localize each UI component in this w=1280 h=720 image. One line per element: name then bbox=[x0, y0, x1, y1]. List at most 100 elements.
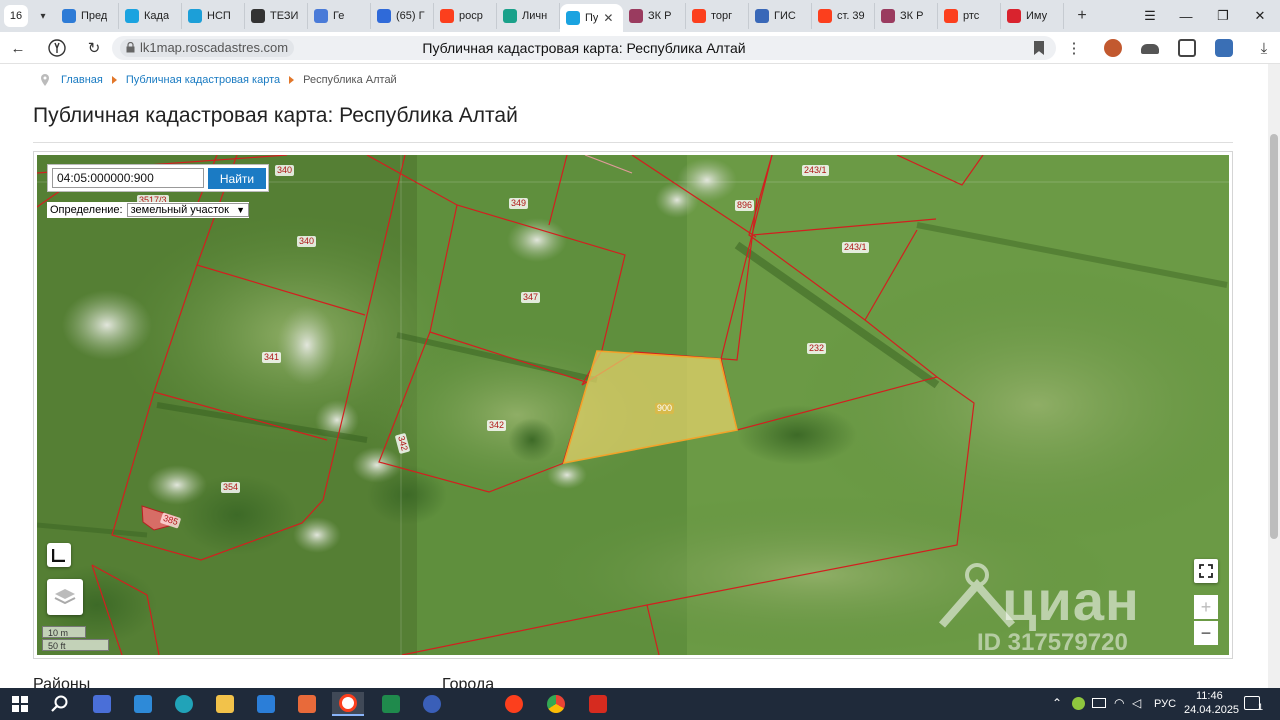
parcel-label[interactable]: 354 bbox=[221, 482, 241, 493]
parcel-label[interactable]: 243/1 bbox=[842, 242, 869, 253]
url-page-title: Публичная кадастровая карта: Республика … bbox=[422, 40, 746, 56]
minimize-button[interactable]: — bbox=[1168, 0, 1204, 32]
definition-label: Определение: bbox=[50, 204, 123, 216]
battery-icon[interactable] bbox=[1092, 698, 1106, 708]
browser-menu-icon[interactable]: ☰ bbox=[1132, 0, 1168, 32]
taskbar-app-icon[interactable] bbox=[291, 692, 323, 716]
taskbar-chrome-icon[interactable] bbox=[540, 692, 572, 716]
cadastral-map[interactable]: 340 3517/3 349 896 243/1 243/1 340 347 341 232 900… bbox=[37, 155, 1229, 655]
search-button[interactable]: Найти bbox=[208, 168, 266, 189]
new-tab-button[interactable]: + bbox=[1070, 5, 1094, 27]
volume-icon[interactable]: ◁ bbox=[1132, 696, 1141, 710]
taskbar-app-store-icon[interactable] bbox=[86, 692, 118, 716]
extension-icon-4[interactable] bbox=[1215, 39, 1233, 57]
tab-label: Личн bbox=[522, 10, 548, 22]
parcel-label[interactable]: 340 bbox=[297, 236, 317, 247]
reload-icon[interactable]: ↻ bbox=[82, 37, 106, 59]
taskbar-excel-icon[interactable] bbox=[375, 692, 407, 716]
browser-tab[interactable]: ГИС bbox=[749, 3, 812, 29]
zoom-out-button[interactable]: − bbox=[1194, 621, 1218, 645]
parcel-label[interactable]: 347 bbox=[521, 292, 541, 303]
taskbar-yandex-browser-icon[interactable] bbox=[332, 692, 364, 716]
tab-label: НСП bbox=[207, 10, 231, 22]
tray-app-icon[interactable] bbox=[1072, 697, 1085, 710]
tab-favicon-icon bbox=[818, 9, 832, 23]
windows-start-icon[interactable] bbox=[4, 692, 36, 716]
cadastral-number-input[interactable] bbox=[52, 168, 204, 188]
wifi-icon[interactable]: ◠ bbox=[1114, 696, 1124, 710]
breadcrumb-current: Республика Алтай bbox=[303, 74, 397, 86]
breadcrumb-map-link[interactable]: Публичная кадастровая карта bbox=[126, 74, 280, 86]
tab-favicon-icon bbox=[377, 9, 391, 23]
maximize-button[interactable]: ❐ bbox=[1205, 0, 1241, 32]
tab-list-chevron-icon[interactable]: ▾ bbox=[32, 5, 54, 27]
zoom-in-button[interactable]: + bbox=[1194, 595, 1218, 619]
browser-tab[interactable]: торг bbox=[686, 3, 749, 29]
url-field[interactable]: lk1map.roscadastres.com Публичная кадаст… bbox=[112, 36, 1056, 60]
browser-tab[interactable]: ЗК Р bbox=[623, 3, 686, 29]
tab-label: торг bbox=[711, 10, 733, 22]
parcel-label[interactable]: 340 bbox=[275, 165, 295, 176]
browser-tab[interactable]: (65) Г bbox=[371, 3, 434, 29]
extension-icon-3[interactable] bbox=[1178, 39, 1196, 57]
parcel-label[interactable]: 349 bbox=[509, 198, 529, 209]
close-window-button[interactable]: ✕ bbox=[1242, 0, 1278, 32]
page-scrollbar[interactable] bbox=[1268, 64, 1280, 688]
parcel-label[interactable]: 900 bbox=[655, 403, 675, 414]
taskbar-yandex-icon[interactable] bbox=[416, 692, 448, 716]
more-options-icon[interactable]: ⋮ bbox=[1062, 37, 1086, 59]
layers-button[interactable] bbox=[47, 579, 83, 615]
tab-label: ст. 39 bbox=[837, 10, 865, 22]
clock-time[interactable]: 11:46 bbox=[1196, 690, 1223, 702]
taskbar-ms-store-icon[interactable] bbox=[127, 692, 159, 716]
tab-label: ЗК Р bbox=[648, 10, 672, 22]
browser-tab[interactable]: ст. 39 bbox=[812, 3, 875, 29]
parcel-label[interactable]: 232 bbox=[807, 343, 827, 354]
taskbar-mail-icon[interactable] bbox=[250, 692, 282, 716]
back-arrow-icon[interactable]: ← bbox=[6, 37, 30, 59]
extension-icon-1[interactable] bbox=[1104, 39, 1122, 57]
tab-close-icon[interactable]: ✕ bbox=[603, 11, 613, 25]
browser-tab[interactable]: Када bbox=[119, 3, 182, 29]
taskbar-edge-icon[interactable] bbox=[168, 692, 200, 716]
watermark-brand: циан bbox=[1002, 569, 1140, 632]
extension-icon-2[interactable] bbox=[1141, 44, 1159, 54]
taskbar-pdf-icon[interactable] bbox=[582, 692, 614, 716]
breadcrumb-home-link[interactable]: Главная bbox=[61, 74, 103, 86]
tab-count-badge[interactable]: 16 bbox=[4, 5, 28, 27]
ruler-tool-button[interactable] bbox=[47, 543, 71, 567]
browser-tab[interactable]: ртс bbox=[938, 3, 1001, 29]
browser-tab[interactable]: НСП bbox=[182, 3, 245, 29]
language-indicator[interactable]: РУС bbox=[1154, 698, 1176, 710]
parcel-label[interactable]: 341 bbox=[262, 352, 282, 363]
taskbar-yandex-search-icon[interactable] bbox=[498, 692, 530, 716]
scrollbar-thumb[interactable] bbox=[1270, 134, 1278, 539]
browser-tab[interactable]: ЗК Р bbox=[875, 3, 938, 29]
taskbar-explorer-icon[interactable] bbox=[209, 692, 241, 716]
tab-label: Ге bbox=[333, 10, 345, 22]
browser-tab[interactable]: роср bbox=[434, 3, 497, 29]
browser-tab[interactable]: Личн bbox=[497, 3, 560, 29]
search-icon[interactable] bbox=[44, 692, 76, 716]
browser-tab[interactable]: Пу ✕ bbox=[560, 4, 623, 32]
browser-tab[interactable]: Пред bbox=[56, 3, 119, 29]
tray-expand-icon[interactable]: ⌃ bbox=[1052, 696, 1062, 710]
tab-favicon-icon bbox=[755, 9, 769, 23]
parcel-label[interactable]: 342 bbox=[487, 420, 507, 431]
clock-date[interactable]: 24.04.2025 bbox=[1184, 704, 1239, 716]
browser-tab[interactable]: Ге bbox=[308, 3, 371, 29]
parcel-label[interactable]: 896 bbox=[735, 200, 755, 211]
downloads-icon[interactable]: ⤓ bbox=[1252, 37, 1276, 59]
browser-tab[interactable]: Иму bbox=[1001, 3, 1064, 29]
fullscreen-button[interactable] bbox=[1194, 559, 1218, 583]
yandex-logo-icon[interactable] bbox=[45, 37, 69, 59]
scale-bar-meters: 10 m bbox=[42, 626, 86, 638]
layers-icon bbox=[54, 589, 76, 605]
definition-select[interactable]: земельный участок ▼ bbox=[126, 203, 249, 217]
tab-favicon-icon bbox=[314, 9, 328, 23]
watermark-id: ID 317579720 bbox=[977, 629, 1128, 655]
parcel-label[interactable]: 243/1 bbox=[802, 165, 829, 176]
browser-tab[interactable]: ТЕЗИ bbox=[245, 3, 308, 29]
windows-taskbar: ⌃ ◠ ◁ РУС 11:46 24.04.2025 1 bbox=[0, 688, 1280, 720]
breadcrumb-arrow-icon bbox=[111, 76, 117, 84]
